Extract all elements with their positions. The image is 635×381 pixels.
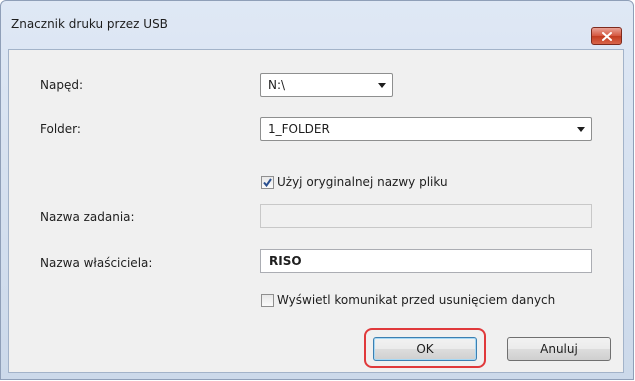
drive-select-value: N:\ xyxy=(268,78,286,92)
owner-name-value: RISO xyxy=(269,254,302,268)
folder-select[interactable]: 1_FOLDER xyxy=(260,117,592,141)
window-title: Znacznik druku przez USB xyxy=(11,17,168,31)
use-original-name-label: Użyj oryginalnej nazwy pliku xyxy=(277,175,448,189)
title-bar[interactable]: Znacznik druku przez USB xyxy=(1,1,633,41)
use-original-name-checkbox[interactable] xyxy=(261,176,274,189)
ok-button-label: OK xyxy=(416,342,434,356)
close-icon xyxy=(601,31,612,41)
drive-select[interactable]: N:\ xyxy=(260,73,393,97)
close-button[interactable] xyxy=(591,27,622,45)
folder-select-value: 1_FOLDER xyxy=(268,122,330,136)
cancel-button-label: Anuluj xyxy=(540,342,578,356)
checkmark-icon xyxy=(263,178,272,188)
owner-name-label: Nazwa właściciela: xyxy=(40,256,153,270)
job-name-label: Nazwa zadania: xyxy=(40,210,135,224)
ok-button[interactable]: OK xyxy=(373,337,477,361)
drive-label: Napęd: xyxy=(40,78,83,92)
show-message-label: Wyświetl komunikat przed usunięciem dany… xyxy=(277,293,556,307)
job-name-field[interactable] xyxy=(260,204,592,228)
folder-label: Folder: xyxy=(40,122,81,136)
owner-name-field[interactable]: RISO xyxy=(260,249,592,273)
cancel-button[interactable]: Anuluj xyxy=(507,337,611,361)
chevron-down-icon xyxy=(577,127,585,132)
show-message-checkbox[interactable] xyxy=(261,294,274,307)
chevron-down-icon xyxy=(378,83,386,88)
